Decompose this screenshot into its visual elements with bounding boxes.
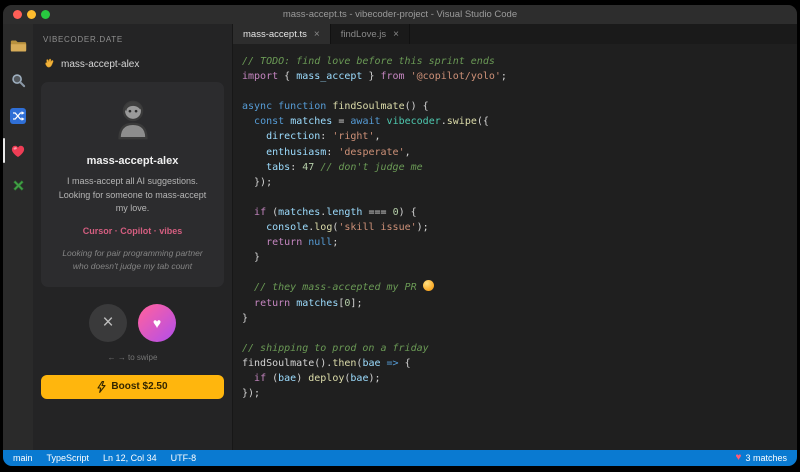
like-button[interactable]: ♥	[138, 304, 176, 342]
code-line: // they mass-accepted my PR	[242, 280, 797, 295]
maximize-window-button[interactable]	[41, 10, 50, 19]
code-line	[242, 84, 797, 99]
tab-mass-accept-ts[interactable]: mass-accept.ts ×	[233, 24, 331, 44]
code-line	[242, 326, 797, 341]
green-cross-icon	[11, 178, 26, 193]
tab-label: findLove.js	[341, 29, 386, 40]
code-area[interactable]: // TODO: find love before this sprint en…	[233, 44, 797, 450]
like-heart-icon: ♥	[153, 316, 161, 330]
profile-bio: I mass-accept all AI suggestions. Lookin…	[51, 175, 214, 216]
profile-list-label: mass-accept-alex	[61, 59, 139, 70]
status-matches[interactable]: ♥ 3 matches	[736, 453, 787, 463]
swipe-buttons: × ♥	[41, 304, 224, 342]
code-line: tabs: 47 // don't judge me	[242, 160, 797, 175]
code-line: // TODO: find love before this sprint en…	[242, 54, 797, 69]
code-line: }	[242, 250, 797, 265]
activity-bar	[3, 24, 33, 450]
vscode-window: mass-accept.ts - vibecoder-project - Vis…	[3, 5, 797, 466]
reject-button[interactable]: ×	[89, 304, 127, 342]
code-line	[242, 265, 797, 280]
close-tab-icon[interactable]: ×	[393, 29, 399, 40]
status-item[interactable]: main	[13, 453, 33, 463]
code-line: });	[242, 386, 797, 401]
sidebar: VIBECODER.DATE mass-accept-alex mass-acc…	[33, 24, 233, 450]
wave-icon	[43, 58, 55, 70]
code-line: });	[242, 175, 797, 190]
titlebar: mass-accept.ts - vibecoder-project - Vis…	[3, 5, 797, 24]
matches-label: 3 matches	[745, 453, 787, 463]
status-left: main TypeScript Ln 12, Col 34 UTF-8	[13, 453, 196, 463]
tab-bar: mass-accept.ts × findLove.js ×	[233, 24, 797, 44]
boost-label: Boost $2.50	[111, 381, 167, 392]
swipe-hint: ← → to swipe	[41, 353, 224, 362]
sidebar-title: VIBECODER.DATE	[41, 32, 224, 44]
code-line	[242, 190, 797, 205]
code-line: enthusiasm: 'desperate',	[242, 145, 797, 160]
person-avatar-icon	[110, 97, 156, 143]
tab-label: mass-accept.ts	[243, 29, 307, 40]
shuffle-icon	[10, 108, 26, 124]
search-icon	[11, 73, 26, 88]
tab-findlove-js[interactable]: findLove.js ×	[331, 24, 410, 44]
editor: mass-accept.ts × findLove.js × // TODO: …	[233, 24, 797, 450]
code-line: import { mass_accept } from '@copilot/yo…	[242, 69, 797, 84]
activity-item-dating[interactable]	[3, 133, 33, 168]
code-line: return null;	[242, 235, 797, 250]
code-line: }	[242, 311, 797, 326]
profile-card: mass-accept-alex I mass-accept all AI su…	[41, 82, 224, 287]
close-window-button[interactable]	[13, 10, 22, 19]
code-line: console.log('skill issue');	[242, 220, 797, 235]
code-line: if (bae) deploy(bae);	[242, 371, 797, 386]
traffic-lights	[13, 5, 50, 24]
profile-tags: Cursor · Copilot · vibes	[51, 226, 214, 236]
window-title: mass-accept.ts - vibecoder-project - Vis…	[283, 9, 517, 20]
reject-x-icon: ×	[102, 313, 113, 332]
status-item[interactable]: TypeScript	[47, 453, 90, 463]
heart-arrow-icon	[10, 144, 26, 158]
status-bar: main TypeScript Ln 12, Col 34 UTF-8 ♥ 3 mat…	[3, 450, 797, 466]
activity-item-search[interactable]	[3, 63, 33, 98]
profile-list-item[interactable]: mass-accept-alex	[41, 56, 224, 72]
profile-name: mass-accept-alex	[51, 155, 214, 167]
status-item[interactable]: Ln 12, Col 34	[103, 453, 157, 463]
boost-button[interactable]: Boost $2.50	[41, 375, 224, 399]
smiling-face-with-hearts-icon	[423, 280, 434, 291]
minimize-window-button[interactable]	[27, 10, 36, 19]
activity-item-explorer[interactable]	[3, 28, 33, 63]
profile-quote: Looking for pair programming partner who…	[51, 247, 214, 273]
code-line: return matches[0];	[242, 296, 797, 311]
close-tab-icon[interactable]: ×	[314, 29, 320, 40]
status-item[interactable]: UTF-8	[171, 453, 197, 463]
folder-icon	[10, 39, 27, 53]
lightning-bolt-icon	[97, 381, 106, 393]
code-line: if (matches.length === 0) {	[242, 205, 797, 220]
code-line: const matches = await vibecoder.swipe({	[242, 114, 797, 129]
main-area: VIBECODER.DATE mass-accept-alex mass-acc…	[3, 24, 797, 450]
code-line: direction: 'right',	[242, 129, 797, 144]
activity-item-shuffle[interactable]	[3, 98, 33, 133]
activity-item-extensions[interactable]	[3, 168, 33, 203]
code-line: // shipping to prod on a friday	[242, 341, 797, 356]
heart-icon: ♥	[736, 453, 742, 463]
code-line: findSoulmate().then(bae => {	[242, 356, 797, 371]
code-line: async function findSoulmate() {	[242, 99, 797, 114]
